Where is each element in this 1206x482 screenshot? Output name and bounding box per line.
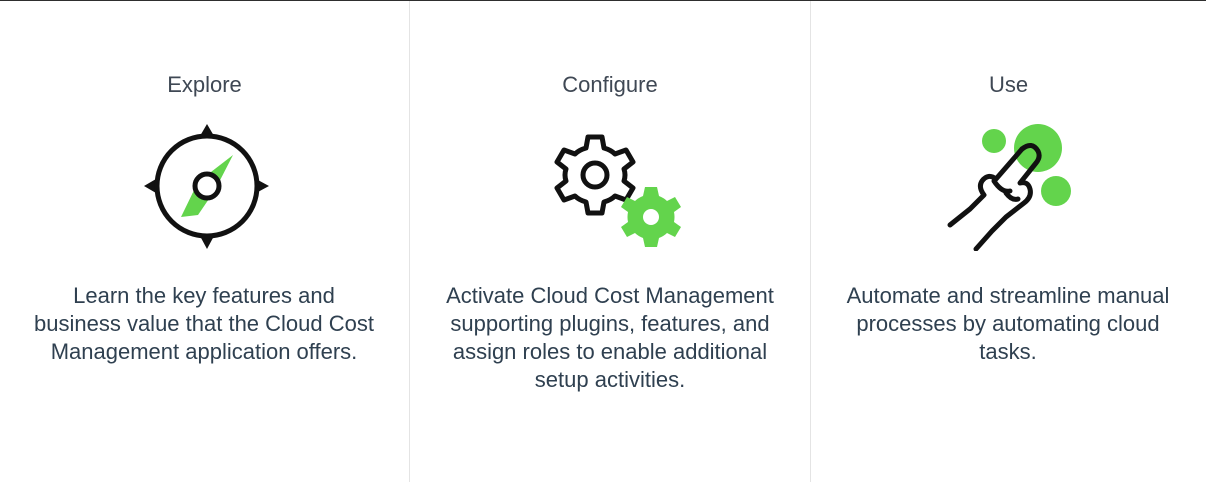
card-description: Learn the key features and business valu…	[34, 283, 374, 364]
card-title: Explore	[167, 72, 242, 97]
card-configure: Configure Activate Cloud Cost Management…	[409, 1, 810, 482]
hand-pointer-icon	[947, 124, 1071, 251]
card-use: Use Automate and streamline manual proce…	[810, 1, 1206, 482]
card-icon-area	[410, 121, 810, 251]
card-title: Configure	[562, 72, 658, 97]
card-description: Activate Cloud Cost Management supportin…	[446, 283, 774, 392]
gears-icon	[554, 134, 681, 247]
card-title: Use	[988, 72, 1029, 97]
card-icon-area	[0, 121, 409, 251]
card-description: Automate and streamline manual processes…	[846, 283, 1170, 364]
feature-cards: Explore Learn the key features and busin…	[0, 0, 1206, 482]
card-explore: Explore Learn the key features and busin…	[0, 1, 409, 482]
compass-icon	[144, 124, 269, 249]
card-icon-area	[811, 121, 1206, 251]
